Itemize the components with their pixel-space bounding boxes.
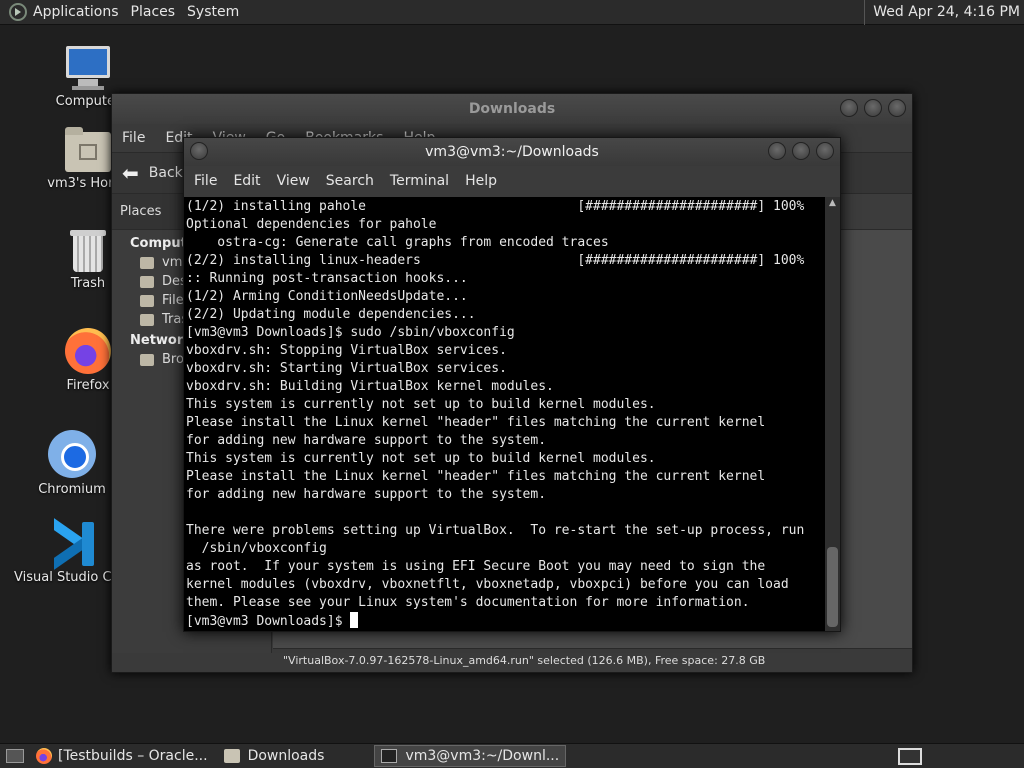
term-menu-view[interactable]: View xyxy=(269,173,318,189)
taskbar-item-label: [Testbuilds – Oracle... xyxy=(58,748,208,764)
terminal-line: :: Running post-transaction hooks... xyxy=(186,271,468,286)
drive-icon xyxy=(140,294,154,307)
term-menu-search[interactable]: Search xyxy=(318,173,382,189)
taskbar-item-label: Downloads xyxy=(247,748,325,764)
panel-clock[interactable]: Wed Apr 24, 4:16 PM xyxy=(864,0,1020,25)
home-folder-icon xyxy=(65,127,111,172)
vscode-icon xyxy=(52,518,96,570)
terminal-output[interactable]: (1/2) installing pahole [###############… xyxy=(184,197,827,631)
firefox-icon xyxy=(36,748,52,764)
terminal-line: them. Please see your Linux system's doc… xyxy=(186,595,750,610)
terminal-line: vboxdrv.sh: Stopping VirtualBox services… xyxy=(186,343,507,358)
show-desktop-icon[interactable] xyxy=(6,749,24,763)
minimize-button[interactable] xyxy=(768,142,786,160)
back-button[interactable]: Back xyxy=(149,165,183,181)
terminal-line: for adding new hardware support to the s… xyxy=(186,487,547,502)
top-panel: Applications Places System Wed Apr 24, 4… xyxy=(0,0,1024,25)
taskbar-item-terminal[interactable]: vm3@vm3:~/Downl... xyxy=(374,745,567,767)
scrollbar-thumb[interactable] xyxy=(827,547,838,627)
term-menu-help[interactable]: Help xyxy=(457,173,505,189)
terminal-line: (2/2) installing linux-headers [########… xyxy=(186,253,805,268)
bottom-panel: [Testbuilds – Oracle... Downloads vm3@vm… xyxy=(0,743,1024,768)
terminal-line: vboxdrv.sh: Starting VirtualBox services… xyxy=(186,361,507,376)
term-menu-terminal[interactable]: Terminal xyxy=(382,173,457,189)
window-controls xyxy=(840,99,906,117)
terminal-line: This system is currently not set up to b… xyxy=(186,451,656,466)
terminal-window[interactable]: vm3@vm3:~/Downloads File Edit View Searc… xyxy=(183,137,841,632)
window-controls xyxy=(768,142,834,160)
trash-icon xyxy=(70,230,106,272)
terminal-menubar: File Edit View Search Terminal Help xyxy=(184,166,840,196)
minimize-button[interactable] xyxy=(840,99,858,117)
file-manager-titlebar[interactable]: Downloads xyxy=(112,94,912,124)
terminal-line: This system is currently not set up to b… xyxy=(186,397,656,412)
menu-applications[interactable]: Applications xyxy=(33,4,127,20)
network-icon xyxy=(140,353,154,366)
terminal-line: Please install the Linux kernel "header"… xyxy=(186,415,766,430)
computer-icon xyxy=(64,46,112,90)
distro-logo-icon[interactable] xyxy=(9,3,27,21)
terminal-cursor xyxy=(350,612,359,628)
terminal-line: /sbin/vboxconfig xyxy=(186,541,327,556)
menu-system[interactable]: System xyxy=(187,4,247,20)
terminal-line: (2/2) Updating module dependencies... xyxy=(186,307,476,322)
firefox-icon xyxy=(65,328,111,374)
workspace-switcher-icon[interactable] xyxy=(898,748,922,765)
terminal-prompt-line[interactable]: [vm3@vm3 Downloads]$ xyxy=(186,612,827,630)
close-button[interactable] xyxy=(888,99,906,117)
terminal-scrollbar[interactable]: ▲ xyxy=(825,197,840,631)
terminal-line: [vm3@vm3 Downloads]$ sudo /sbin/vboxconf… xyxy=(186,325,515,340)
maximize-button[interactable] xyxy=(792,142,810,160)
taskbar-item-downloads[interactable]: Downloads xyxy=(218,745,331,767)
term-menu-edit[interactable]: Edit xyxy=(225,173,268,189)
window-title: Downloads xyxy=(468,101,556,117)
scroll-up-arrow-icon[interactable]: ▲ xyxy=(825,197,840,209)
window-title: vm3@vm3:~/Downloads xyxy=(425,144,599,160)
terminal-line: (1/2) installing pahole [###############… xyxy=(186,199,805,214)
top-menu: Applications Places System xyxy=(0,0,251,25)
close-button[interactable] xyxy=(816,142,834,160)
terminal-line: Optional dependencies for pahole xyxy=(186,217,437,232)
terminal-line: as root. If your system is using EFI Sec… xyxy=(186,559,766,574)
taskbar-item-firefox[interactable]: [Testbuilds – Oracle... xyxy=(30,745,214,767)
maximize-button[interactable] xyxy=(864,99,882,117)
fm-menu-file[interactable]: File xyxy=(112,130,155,146)
menu-places[interactable]: Places xyxy=(131,4,184,20)
trash-icon xyxy=(140,313,154,326)
home-icon xyxy=(140,256,154,269)
terminal-line: There were problems setting up VirtualBo… xyxy=(186,523,805,538)
desktop-icon xyxy=(140,275,154,288)
terminal-line: for adding new hardware support to the s… xyxy=(186,433,547,448)
taskbar-item-label: vm3@vm3:~/Downl... xyxy=(405,748,560,764)
terminal-line: vboxdrv.sh: Building VirtualBox kernel m… xyxy=(186,379,554,394)
status-bar: "VirtualBox-7.0.97-162578-Linux_amd64.ru… xyxy=(273,648,912,672)
chromium-icon xyxy=(48,430,96,478)
terminal-line: kernel modules (vboxdrv, vboxnetflt, vbo… xyxy=(186,577,789,592)
terminal-icon xyxy=(381,749,398,763)
terminal-prompt: [vm3@vm3 Downloads]$ xyxy=(186,614,351,629)
terminal-line: (1/2) Arming ConditionNeedsUpdate... xyxy=(186,289,468,304)
window-menu-button[interactable] xyxy=(190,142,208,160)
folder-icon xyxy=(223,749,240,763)
terminal-titlebar[interactable]: vm3@vm3:~/Downloads xyxy=(184,138,840,166)
terminal-line: ostra-cg: Generate call graphs from enco… xyxy=(186,235,609,250)
terminal-line: Please install the Linux kernel "header"… xyxy=(186,469,766,484)
term-menu-file[interactable]: File xyxy=(186,173,225,189)
back-arrow-icon[interactable]: ⬅ xyxy=(122,161,139,185)
